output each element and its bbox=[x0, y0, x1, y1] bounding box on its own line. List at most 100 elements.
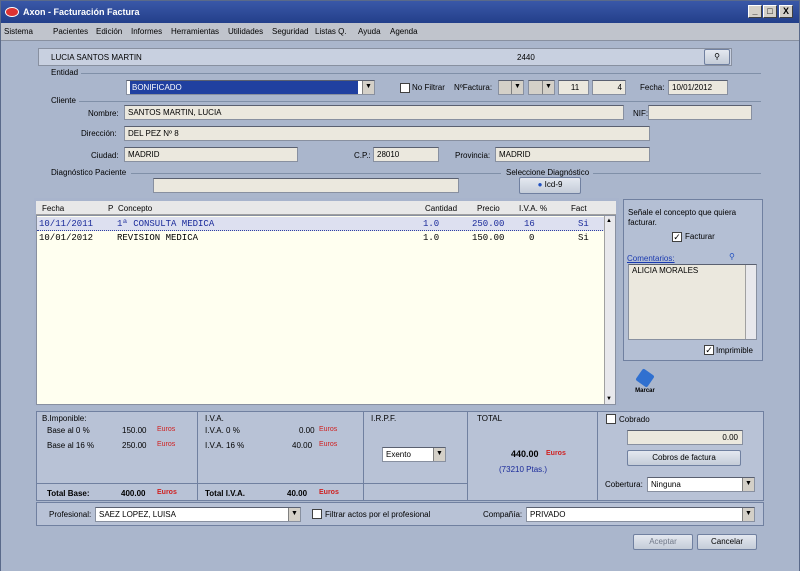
provincia-field[interactable]: MADRID bbox=[495, 147, 650, 162]
icd9-button[interactable]: ● Icd-9 bbox=[519, 177, 581, 194]
nif-label: NIF: bbox=[633, 109, 649, 118]
grid-header: Fecha P Concepto Cantidad Precio I.V.A. … bbox=[36, 201, 616, 215]
fecha-field[interactable]: 10/01/2012 bbox=[668, 80, 728, 95]
nombre-field[interactable]: SANTOS MARTIN, LUCIA bbox=[124, 105, 624, 120]
patient-name: LUCIA SANTOS MARTIN bbox=[51, 53, 142, 62]
total-base-value: 400.00 bbox=[121, 489, 146, 498]
row-fact: Si bbox=[578, 219, 589, 229]
divider bbox=[593, 173, 761, 174]
no-filtrar-label: No Filtrar bbox=[412, 83, 445, 92]
iva-title: I.V.A. bbox=[205, 414, 224, 423]
menu-utilidades[interactable]: Utilidades bbox=[228, 27, 263, 36]
title-bar: Axon - Facturación Factura _ □ X bbox=[1, 1, 799, 23]
no-filtrar-checkbox[interactable] bbox=[400, 83, 410, 93]
col-iva[interactable]: I.V.A. % bbox=[519, 204, 547, 213]
aceptar-button[interactable]: Aceptar bbox=[633, 534, 693, 550]
iva0-currency: Euros bbox=[319, 426, 338, 433]
col-fact[interactable]: Fact bbox=[571, 204, 587, 213]
invoice-lines-grid: 10/11/2011 1ª CONSULTA MEDICA 1.0 250.00… bbox=[36, 215, 616, 405]
scroll-up-icon[interactable]: ▲ bbox=[606, 218, 612, 224]
cobertura-value: Ninguna bbox=[651, 480, 681, 489]
col-p[interactable]: P bbox=[108, 204, 113, 213]
menu-informes[interactable]: Informes bbox=[131, 27, 162, 36]
maximize-button[interactable]: □ bbox=[763, 5, 777, 18]
menu-herramientas[interactable]: Herramientas bbox=[171, 27, 219, 36]
total-title: TOTAL bbox=[477, 414, 503, 423]
side-panel: Señale el concepto que quiera facturar. … bbox=[623, 199, 763, 361]
cp-field[interactable]: 28010 bbox=[373, 147, 439, 162]
comentarios-field[interactable]: ALICIA MORALES bbox=[628, 264, 757, 340]
menu-listas[interactable]: Listas Q. bbox=[315, 27, 347, 36]
main-window: Axon - Facturación Factura _ □ X Sistema… bbox=[0, 0, 800, 571]
pencil-icon bbox=[635, 368, 655, 388]
comentarios-text: ALICIA MORALES bbox=[632, 266, 699, 275]
marcar-button[interactable]: Marcar bbox=[633, 368, 657, 397]
diagnostico-field[interactable] bbox=[153, 178, 459, 193]
cancelar-button[interactable]: Cancelar bbox=[697, 534, 757, 550]
nfactura-b-field[interactable]: 4 bbox=[592, 80, 626, 95]
menu-edicion[interactable]: Edición bbox=[96, 27, 122, 36]
row-cantidad: 1.0 bbox=[423, 233, 440, 243]
divider bbox=[79, 101, 761, 102]
footer-panel: Profesional: SAEZ LOPEZ, LUISA ▼ Filtrar … bbox=[36, 502, 764, 526]
compania-label: Compañía: bbox=[483, 510, 523, 519]
menu-pacientes[interactable]: Pacientes bbox=[53, 27, 88, 36]
patient-header: LUCIA SANTOS MARTIN 2440 ⚲ bbox=[38, 48, 732, 66]
base0-value: 150.00 bbox=[122, 426, 147, 435]
chevron-down-icon: ▼ bbox=[433, 448, 445, 461]
comentarios-scrollbar[interactable] bbox=[745, 265, 756, 339]
menu-ayuda[interactable]: Ayuda bbox=[358, 27, 381, 36]
col-fecha[interactable]: Fecha bbox=[42, 204, 64, 213]
filtrar-profesional-label: Filtrar actos por el profesional bbox=[325, 510, 431, 519]
profesional-value: SAEZ LOPEZ, LUISA bbox=[99, 510, 176, 519]
nif-field[interactable] bbox=[648, 105, 752, 120]
cliente-section-label: Cliente bbox=[51, 96, 76, 105]
menu-seguridad[interactable]: Seguridad bbox=[272, 27, 308, 36]
irpf-select[interactable]: Exento ▼ bbox=[382, 447, 446, 462]
filtrar-profesional-checkbox[interactable] bbox=[312, 509, 322, 519]
row-fact: Si bbox=[578, 233, 589, 243]
total-iva-currency: Euros bbox=[319, 489, 339, 496]
irpf-value: Exento bbox=[386, 450, 411, 459]
base0-label: Base al 0 % bbox=[47, 426, 90, 435]
col-concepto[interactable]: Concepto bbox=[118, 204, 152, 213]
profesional-select[interactable]: SAEZ LOPEZ, LUISA ▼ bbox=[95, 507, 301, 522]
menu-sistema[interactable]: Sistema bbox=[4, 27, 33, 36]
row-concepto: 1ª CONSULTA MEDICA bbox=[117, 219, 215, 229]
nfactura-a-field[interactable]: 11 bbox=[558, 80, 589, 95]
irpf-title: I.R.P.F. bbox=[371, 414, 397, 423]
invoice-form: LUCIA SANTOS MARTIN 2440 ⚲ Entidad BONIF… bbox=[1, 41, 799, 571]
total-pts: (73210 Ptas.) bbox=[499, 465, 548, 474]
direccion-field[interactable]: DEL PEZ Nº 8 bbox=[124, 126, 650, 141]
scroll-down-icon[interactable]: ▼ bbox=[606, 396, 612, 402]
divider bbox=[81, 73, 761, 74]
close-button[interactable]: X bbox=[779, 5, 793, 18]
compania-select[interactable]: PRIVADO ▼ bbox=[526, 507, 755, 522]
cobrado-amount-field[interactable]: 0.00 bbox=[627, 430, 743, 445]
cobros-factura-button[interactable]: Cobros de factura bbox=[627, 450, 741, 466]
imprimible-checkbox[interactable]: ✓ bbox=[704, 345, 714, 355]
facturar-checkbox[interactable]: ✓ bbox=[672, 232, 682, 242]
chevron-down-icon: ▼ bbox=[542, 81, 554, 94]
nfactura-year-select[interactable]: ▼ bbox=[528, 80, 555, 95]
entidad-select[interactable]: BONIFICADO ▼ bbox=[126, 80, 375, 95]
nfactura-serie-select[interactable]: ▼ bbox=[498, 80, 524, 95]
col-cantidad[interactable]: Cantidad bbox=[425, 204, 457, 213]
iva16-value: 40.00 bbox=[292, 441, 313, 450]
chevron-down-icon: ▼ bbox=[742, 478, 754, 491]
icd9-button-label: Icd-9 bbox=[544, 180, 563, 189]
col-precio[interactable]: Precio bbox=[477, 204, 500, 213]
search-button[interactable]: ⚲ bbox=[704, 49, 730, 65]
total-iva-label: Total I.V.A. bbox=[205, 489, 246, 498]
table-row[interactable]: 10/01/2012 REVISION MEDICA 1.0 150.00 0 … bbox=[37, 231, 605, 245]
base16-label: Base al 16 % bbox=[47, 441, 95, 450]
magnifier-icon[interactable]: ⚲ bbox=[729, 252, 735, 261]
minimize-button[interactable]: _ bbox=[748, 5, 762, 18]
cobertura-select[interactable]: Ninguna ▼ bbox=[647, 477, 755, 492]
grid-scrollbar[interactable]: ▲ ▼ bbox=[604, 216, 615, 404]
menu-agenda[interactable]: Agenda bbox=[390, 27, 418, 36]
table-row[interactable]: 10/11/2011 1ª CONSULTA MEDICA 1.0 250.00… bbox=[37, 217, 605, 231]
comentarios-label: Comentarios: bbox=[627, 254, 675, 263]
cobrado-checkbox[interactable] bbox=[606, 414, 616, 424]
ciudad-field[interactable]: MADRID bbox=[124, 147, 298, 162]
